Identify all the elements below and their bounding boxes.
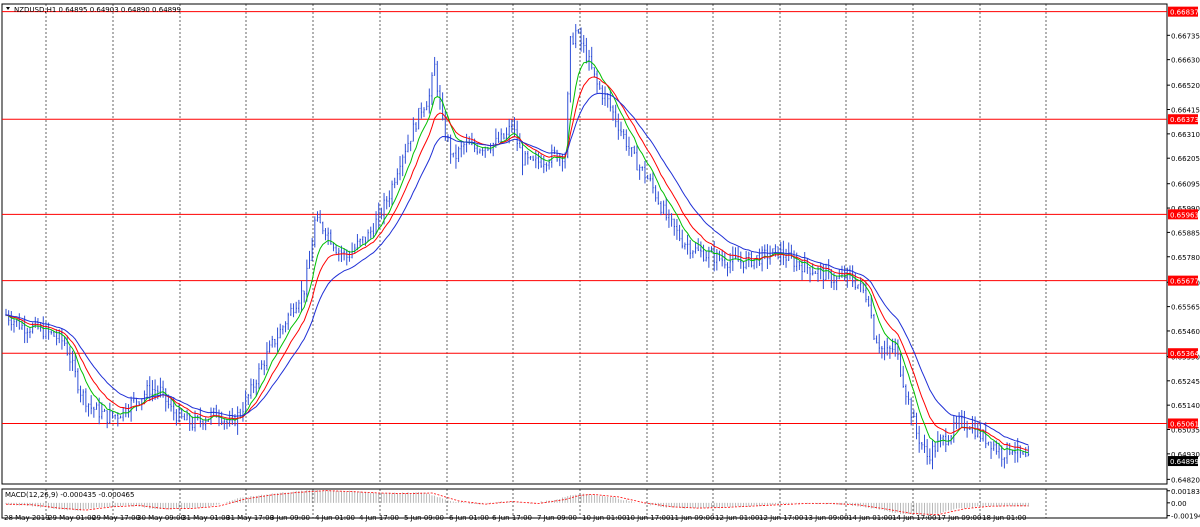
x-tick-label: 6 Jun 17:00 <box>492 514 532 522</box>
x-tick-label: 30 May 09:00 <box>137 514 185 522</box>
x-tick-label: 31 May 01:00 <box>182 514 230 522</box>
x-tick-label: 31 May 17:00 <box>226 514 274 522</box>
y-tick-label: 0.65460 <box>1171 328 1200 336</box>
x-tick-label: 5 Jun 09:00 <box>404 514 444 522</box>
y-tick-label: 0.65140 <box>1171 402 1200 410</box>
x-tick-label: 17 Jun 09:00 <box>937 514 981 522</box>
x-tick-label: 11 Jun 09:00 <box>670 514 714 522</box>
level-price-label: 0.65963 <box>1170 211 1199 219</box>
current-price-label: 0.64899 <box>1170 458 1199 466</box>
macd-tick-label: -0.001942 <box>1171 513 1200 521</box>
macd-tick-label: 0.00 <box>1171 500 1187 508</box>
chart-svg: 0.66735 0.66630 0.66520 0.66415 0.66310 0.662… <box>1 3 1200 522</box>
x-tick-label: 14 Jun 01:00 <box>848 514 892 522</box>
x-tick-label: 3 Jun 09:00 <box>270 514 310 522</box>
x-tick-label: 29 May 17:00 <box>92 514 140 522</box>
x-tick-label: 28 May 2019 <box>4 514 50 522</box>
y-tick-label: 0.66415 <box>1171 107 1200 115</box>
trading-chart: 0.66735 0.66630 0.66520 0.66415 0.66310 0.662… <box>0 0 1200 523</box>
x-tick-label: 12 Jun 17:00 <box>759 514 803 522</box>
level-price-label: 0.66837 <box>1170 9 1199 17</box>
chart-symbol-header: NZDUSD,H1 0.64895 0.64903 0.64890 0.6489… <box>14 6 181 14</box>
y-tick-label: 0.66735 <box>1171 32 1200 40</box>
y-tick-label: 0.66095 <box>1171 181 1200 189</box>
y-tick-label: 0.66205 <box>1171 155 1200 163</box>
y-tick-label: 0.65565 <box>1171 304 1200 312</box>
x-tick-label: 10 Jun 17:00 <box>626 514 670 522</box>
x-tick-label: 29 May 01:00 <box>48 514 96 522</box>
y-tick-label: 0.66310 <box>1171 131 1200 139</box>
macd-tick-label: 0.001833 <box>1171 488 1200 496</box>
x-tick-label: 6 Jun 01:00 <box>449 514 489 522</box>
y-tick-label: 0.66520 <box>1171 82 1200 90</box>
x-tick-label: 4 Jun 01:00 <box>315 514 355 522</box>
y-tick-label: 0.65780 <box>1171 254 1200 262</box>
x-tick-label: 13 Jun 09:00 <box>804 514 848 522</box>
x-tick-label: 18 Jun 01:00 <box>982 514 1026 522</box>
x-tick-label: 14 Jun 17:00 <box>892 514 936 522</box>
x-tick-label: 7 Jun 09:00 <box>537 514 577 522</box>
y-tick-label: 0.64820 <box>1171 476 1200 484</box>
y-tick-label: 0.65885 <box>1171 229 1200 237</box>
level-price-label: 0.66373 <box>1170 116 1199 124</box>
macd-label: MACD(12,26,9) -0.000435 -0.000465 <box>5 491 134 499</box>
level-price-label: 0.65677 <box>1170 278 1199 286</box>
x-tick-label: 4 Jun 17:00 <box>359 514 399 522</box>
level-price-label: 0.65061 <box>1170 420 1199 428</box>
y-tick-label: 0.65245 <box>1171 378 1200 386</box>
level-price-label: 0.65364 <box>1170 350 1199 358</box>
x-tick-label: 10 Jun 01:00 <box>582 514 626 522</box>
x-tick-label: 12 Jun 01:00 <box>715 514 759 522</box>
y-tick-label: 0.66630 <box>1171 57 1200 65</box>
